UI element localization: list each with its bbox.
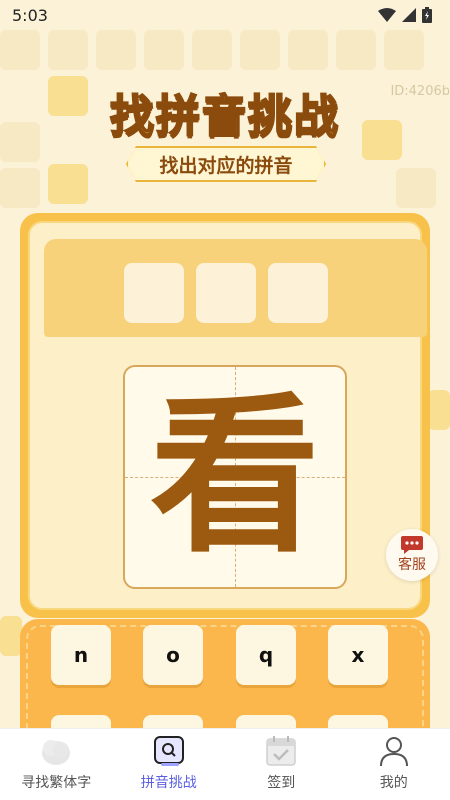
chat-icon bbox=[401, 536, 423, 554]
key-n[interactable]: n bbox=[51, 625, 111, 685]
status-time: 5:03 bbox=[12, 5, 48, 25]
page-title: 找拼音挑战 bbox=[109, 90, 340, 143]
bg-tile bbox=[0, 30, 40, 70]
bg-tile bbox=[0, 168, 40, 208]
nav-label: 我的 bbox=[379, 775, 408, 791]
subtitle-text: 找出对应的拼音 bbox=[159, 154, 293, 177]
bg-tile bbox=[336, 30, 376, 70]
bg-tile bbox=[48, 164, 88, 204]
question-card: 看 bbox=[20, 213, 430, 618]
nav-item-mine[interactable]: 我的 bbox=[338, 729, 450, 800]
bg-tile bbox=[428, 390, 450, 430]
answer-slot[interactable] bbox=[268, 263, 328, 323]
wifi-icon bbox=[378, 8, 396, 22]
battery-icon bbox=[422, 7, 432, 23]
signal-icon bbox=[402, 8, 416, 22]
nav-label: 拼音挑战 bbox=[140, 775, 197, 791]
bg-tile bbox=[48, 30, 88, 70]
bg-tile bbox=[0, 616, 22, 656]
bg-tile bbox=[384, 30, 424, 70]
nav-label: 签到 bbox=[267, 775, 296, 791]
nav-label: 寻找繁体字 bbox=[21, 775, 92, 791]
bg-tile bbox=[288, 30, 328, 70]
subtitle-banner: 找出对应的拼音 bbox=[126, 146, 326, 182]
character-box: 看 bbox=[123, 365, 347, 589]
status-bar: 5:03 bbox=[0, 0, 450, 30]
question-character: 看 bbox=[149, 378, 320, 576]
key-o[interactable]: o bbox=[143, 625, 203, 685]
customer-service-button[interactable]: 客服 bbox=[386, 529, 438, 581]
bg-tile bbox=[192, 30, 232, 70]
bg-tile bbox=[240, 30, 280, 70]
nav-item-traditional-chars[interactable]: 寻找繁体字 bbox=[0, 729, 113, 800]
key-q[interactable]: q bbox=[236, 625, 296, 685]
bg-tile bbox=[396, 168, 436, 208]
answer-slot[interactable] bbox=[196, 263, 256, 323]
bottom-nav: 寻找繁体字 拼音挑战 签到 我的 bbox=[0, 728, 450, 800]
user-icon bbox=[379, 737, 408, 767]
key-x[interactable]: x bbox=[328, 625, 388, 685]
bg-tile bbox=[96, 30, 136, 70]
question-card-inner: 看 bbox=[28, 221, 427, 610]
customer-service-label: 客服 bbox=[398, 557, 426, 573]
nav-item-pinyin-challenge[interactable]: 拼音挑战 bbox=[113, 729, 226, 800]
bg-tile bbox=[144, 30, 184, 70]
nav-item-checkin[interactable]: 签到 bbox=[225, 729, 338, 800]
calendar-check-icon bbox=[266, 736, 296, 766]
answer-slot[interactable] bbox=[124, 263, 184, 323]
search-card-icon bbox=[153, 736, 184, 766]
cloud-icon bbox=[42, 740, 71, 765]
status-icons bbox=[378, 7, 432, 23]
